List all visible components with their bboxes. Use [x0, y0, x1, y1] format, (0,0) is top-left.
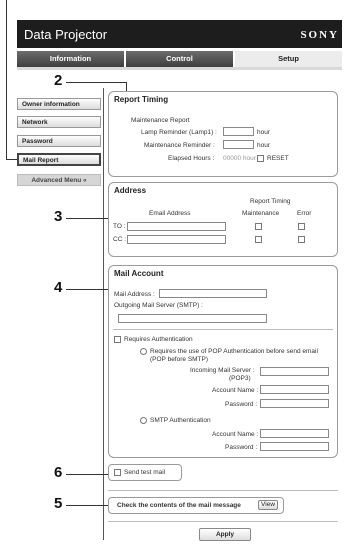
view-button[interactable]: View: [258, 500, 278, 510]
requires-auth-label: Requires Authentication: [124, 336, 193, 343]
callout-5-line: [66, 505, 108, 506]
send-test-mail-box: Send test mail: [108, 464, 182, 481]
tab-bar: Information Control Setup: [17, 51, 342, 67]
pop-password-input[interactable]: [260, 399, 329, 408]
lamp-reminder-unit: hour: [257, 129, 271, 136]
cc-maintenance-checkbox[interactable]: [255, 236, 262, 243]
sidebar-item-owner-information[interactable]: Owner information: [17, 98, 101, 110]
cc-error-checkbox[interactable]: [298, 236, 305, 243]
email-address-header: Email Address: [149, 210, 191, 217]
smtp-account-name-label: Account Name :: [212, 431, 259, 438]
reset-checkbox[interactable]: [257, 155, 264, 162]
elapsed-hours-value: 00000 hour: [223, 155, 256, 162]
smtp-server-input[interactable]: [118, 314, 267, 323]
callout-6-line: [66, 474, 108, 475]
sidebar-item-network[interactable]: Network: [17, 116, 101, 128]
content-divider: [103, 88, 104, 540]
sidebar-item-password[interactable]: Password: [17, 135, 101, 147]
pop-password-label: Password :: [225, 401, 258, 408]
requires-auth-checkbox[interactable]: [114, 336, 121, 343]
maintenance-reminder-unit: hour: [257, 142, 271, 149]
mail-account-title: Mail Account: [114, 269, 164, 278]
callout-2: 2: [54, 72, 63, 89]
section-separator-3: [108, 521, 338, 522]
callout-6: 6: [54, 464, 63, 481]
section-separator: [113, 329, 333, 330]
send-test-mail-label: Send test mail: [124, 469, 166, 476]
mail-account-section: Mail Account Mail Address : Outgoing Mai…: [108, 265, 338, 458]
pop-auth-sublabel: (POP before SMTP): [150, 356, 209, 363]
lamp-reminder-label: Lamp Reminder (Lamp1) :: [141, 129, 217, 136]
callout-leader-mail-report: [6, 0, 7, 159]
pop-account-name-label: Account Name :: [212, 387, 259, 394]
incoming-server-label: Incoming Mail Server :: [190, 367, 255, 374]
pop-account-name-input[interactable]: [260, 385, 329, 394]
callout-3-line: [66, 218, 108, 219]
smtp-server-label: Outgoing Mail Server (SMTP) :: [114, 302, 203, 309]
smtp-password-input[interactable]: [260, 442, 329, 451]
maintenance-reminder-input[interactable]: [223, 140, 254, 149]
sidebar-item-mail-report[interactable]: Mail Report: [17, 153, 101, 166]
smtp-password-label: Password :: [225, 444, 258, 451]
section-separator-2: [108, 490, 338, 491]
tab-setup[interactable]: Setup: [235, 51, 342, 67]
smtp-auth-radio[interactable]: [140, 417, 147, 424]
incoming-server-sublabel: (POP3): [229, 375, 251, 382]
tab-control[interactable]: Control: [126, 51, 233, 67]
smtp-auth-label: SMTP Authentication: [150, 417, 211, 424]
tab-underline: [17, 67, 342, 70]
to-email-input[interactable]: [127, 222, 226, 231]
pop-auth-label: Requires the use of POP Authentication b…: [150, 348, 318, 355]
address-title: Address: [114, 186, 147, 195]
to-label: TO :: [113, 223, 126, 230]
maintenance-header: Maintenance: [242, 210, 280, 217]
maintenance-reminder-label: Maintenance Reminder :: [144, 142, 215, 149]
callout-4: 4: [54, 279, 63, 296]
report-timing-title: Report Timing: [114, 95, 169, 104]
send-test-mail-checkbox[interactable]: [114, 469, 121, 476]
error-header: Error: [297, 210, 312, 217]
brand-logo: SONY: [300, 29, 339, 41]
app-title: Data Projector: [24, 27, 108, 42]
mail-address-input[interactable]: [159, 289, 267, 298]
elapsed-hours-label: Elapsed Hours :: [168, 155, 215, 162]
to-error-checkbox[interactable]: [298, 223, 305, 230]
apply-button[interactable]: Apply: [199, 528, 251, 541]
cc-label: CC :: [113, 236, 126, 243]
tab-information[interactable]: Information: [17, 51, 124, 67]
report-timing-section: Report Timing Maintenance Report Lamp Re…: [108, 91, 338, 177]
callout-4-line: [66, 289, 108, 290]
smtp-account-name-input[interactable]: [260, 429, 329, 438]
check-mail-box: Check the contents of the mail message V…: [108, 497, 284, 514]
pop-auth-radio[interactable]: [140, 348, 147, 355]
callout-5: 5: [54, 495, 63, 512]
callout-2-line: [66, 82, 126, 83]
maintenance-report-label: Maintenance Report: [131, 117, 190, 124]
callout-3: 3: [54, 208, 63, 225]
report-timing-header: Report Timing: [250, 198, 291, 205]
advanced-menu-button[interactable]: Advanced Menu «: [17, 174, 101, 186]
lamp-reminder-input[interactable]: [223, 127, 254, 136]
reset-label: RESET: [267, 155, 289, 162]
mail-address-label: Mail Address :: [114, 291, 155, 298]
check-mail-label: Check the contents of the mail message: [117, 502, 241, 509]
address-section: Address Report Timing Email Address Main…: [108, 182, 338, 257]
incoming-server-input[interactable]: [260, 367, 329, 376]
to-maintenance-checkbox[interactable]: [255, 223, 262, 230]
cc-email-input[interactable]: [127, 235, 226, 244]
